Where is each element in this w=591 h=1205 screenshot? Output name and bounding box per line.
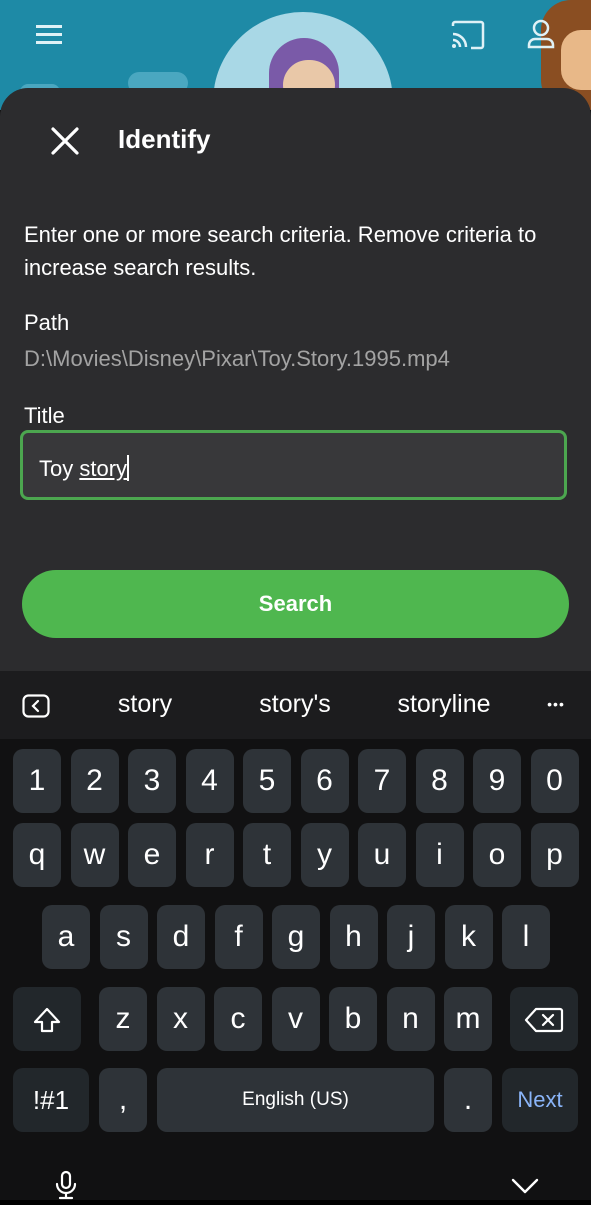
key-k[interactable]: k xyxy=(444,905,493,969)
key-y[interactable]: y xyxy=(300,823,349,887)
title-label: Title xyxy=(24,403,65,428)
close-icon[interactable] xyxy=(44,122,84,162)
key-2[interactable]: 2 xyxy=(70,749,119,813)
comma-key[interactable]: , xyxy=(99,1068,147,1132)
key-t[interactable]: t xyxy=(243,823,291,887)
key-1[interactable]: 1 xyxy=(13,749,61,813)
more-suggestions-icon[interactable]: ••• xyxy=(538,696,574,712)
key-c[interactable]: c xyxy=(214,987,262,1051)
cast-icon[interactable] xyxy=(450,20,486,55)
key-o[interactable]: o xyxy=(473,823,521,887)
key-d[interactable]: d xyxy=(157,905,205,969)
key-q[interactable]: q xyxy=(13,823,61,887)
suggestion-2[interactable]: story's xyxy=(235,690,355,719)
key-b[interactable]: b xyxy=(329,987,377,1051)
key-x[interactable]: x xyxy=(156,987,205,1051)
keyboard-collapse-icon[interactable] xyxy=(22,694,50,723)
key-i[interactable]: i xyxy=(415,823,464,887)
key-j[interactable]: j xyxy=(387,905,435,969)
key-6[interactable]: 6 xyxy=(300,749,349,813)
symbols-key[interactable]: !#1 xyxy=(13,1068,89,1132)
key-3[interactable]: 3 xyxy=(128,749,176,813)
suggestion-1[interactable]: story xyxy=(95,690,195,719)
next-key[interactable]: Next xyxy=(502,1068,578,1132)
title-input[interactable]: Toy story xyxy=(20,430,567,500)
key-n[interactable]: n xyxy=(386,987,435,1051)
space-key[interactable]: English (US) xyxy=(157,1068,434,1132)
key-z[interactable]: z xyxy=(99,987,147,1051)
key-h[interactable]: h xyxy=(329,905,378,969)
backspace-key[interactable] xyxy=(510,987,578,1051)
key-a[interactable]: a xyxy=(42,905,90,969)
hide-keyboard-icon[interactable] xyxy=(510,1176,540,1201)
key-v[interactable]: v xyxy=(271,987,320,1051)
key-g[interactable]: g xyxy=(272,905,320,969)
key-p[interactable]: p xyxy=(530,823,579,887)
key-7[interactable]: 7 xyxy=(358,749,406,813)
title-input-text: Toy xyxy=(39,456,80,481)
key-8[interactable]: 8 xyxy=(415,749,464,813)
key-9[interactable]: 9 xyxy=(473,749,521,813)
search-button[interactable]: Search xyxy=(22,570,569,638)
key-e[interactable]: e xyxy=(128,823,176,887)
key-u[interactable]: u xyxy=(358,823,406,887)
key-m[interactable]: m xyxy=(444,987,492,1051)
profile-icon[interactable] xyxy=(526,18,556,55)
key-4[interactable]: 4 xyxy=(185,749,234,813)
key-f[interactable]: f xyxy=(214,905,263,969)
key-r[interactable]: r xyxy=(185,823,234,887)
suggestion-3[interactable]: storyline xyxy=(380,690,508,719)
key-0[interactable]: 0 xyxy=(530,749,579,813)
instructions-text: Enter one or more search criteria. Remov… xyxy=(24,222,537,280)
period-key[interactable]: . xyxy=(444,1068,492,1132)
key-5[interactable]: 5 xyxy=(243,749,291,813)
dialog-title: Identify xyxy=(118,124,211,154)
key-l[interactable]: l xyxy=(502,905,550,969)
key-w[interactable]: w xyxy=(70,823,119,887)
title-input-composing-text: story xyxy=(79,456,128,481)
path-value: D:\Movies\Disney\Pixar\Toy.Story.1995.mp… xyxy=(24,346,450,371)
path-label: Path xyxy=(24,310,70,335)
hamburger-menu-icon[interactable] xyxy=(34,22,64,51)
text-cursor xyxy=(127,455,130,481)
key-s[interactable]: s xyxy=(99,905,148,969)
shift-key[interactable] xyxy=(13,987,81,1051)
